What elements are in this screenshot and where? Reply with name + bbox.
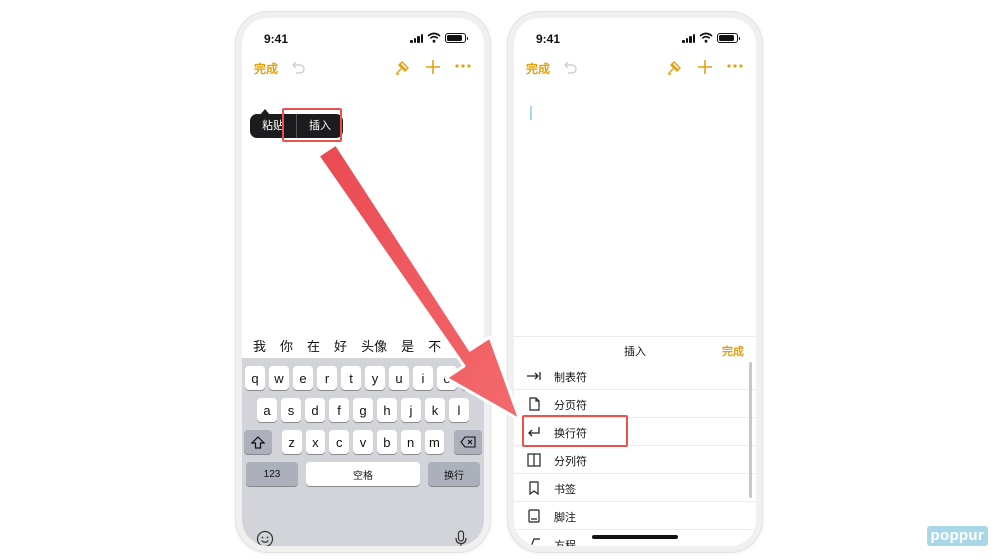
space-key[interactable]: 空格 (306, 462, 420, 486)
key[interactable]: o (437, 366, 457, 390)
key[interactable]: u (389, 366, 409, 390)
page-break-icon (529, 397, 540, 411)
more-icon[interactable] (454, 60, 472, 72)
phone-left: 9:41 完成 粘贴 插入 我 你 在 好 头像 是 不 q w e r t y… (236, 12, 490, 552)
delete-key[interactable] (454, 430, 483, 454)
insert-item-column-break[interactable]: 分列符 (514, 446, 756, 474)
key[interactable]: p (461, 366, 481, 390)
key[interactable]: y (365, 366, 385, 390)
more-icon[interactable] (726, 60, 744, 72)
key[interactable]: m (424, 430, 445, 454)
markup-icon[interactable] (394, 58, 412, 76)
insert-item-label: 分列符 (554, 456, 587, 468)
key[interactable]: f (329, 398, 349, 422)
signal-icon (682, 34, 696, 43)
insert-sheet-title: 插入 (624, 346, 646, 358)
insert-item-equation[interactable]: 方程 (514, 530, 756, 552)
key[interactable]: n (400, 430, 421, 454)
status-icons (658, 32, 740, 44)
key[interactable]: t (341, 366, 361, 390)
tab-icon (527, 372, 541, 380)
equation-icon (527, 538, 540, 546)
keyboard: q w e r t y u i o p a s d f g h j k l z … (242, 358, 484, 551)
plus-icon[interactable] (424, 58, 442, 76)
return-key[interactable]: 换行 (428, 462, 480, 486)
battery-icon (717, 33, 740, 43)
sheet-scrollbar[interactable] (749, 362, 752, 498)
undo-icon[interactable] (290, 60, 306, 74)
wifi-icon (699, 32, 713, 43)
status-bar: 9:41 (514, 18, 756, 56)
keyboard-bottom (242, 526, 484, 548)
insert-sheet-header: 插入 完成 (514, 336, 756, 360)
key[interactable]: z (281, 430, 302, 454)
key[interactable]: j (401, 398, 421, 422)
annotation-arrow (316, 142, 522, 422)
toolbar: 完成 (242, 58, 484, 82)
signal-icon (410, 34, 424, 43)
bookmark-icon (529, 481, 539, 495)
emoji-icon[interactable] (256, 530, 274, 548)
insert-sheet-list: 制表符 分页符 换行符 分列符 书签 脚注 方程 (514, 362, 756, 546)
insert-item-bookmark[interactable]: 书签 (514, 474, 756, 502)
column-break-icon (527, 453, 541, 467)
battery-icon (445, 33, 468, 43)
key[interactable]: k (425, 398, 445, 422)
key[interactable]: v (353, 430, 373, 454)
done-button[interactable]: 完成 (254, 60, 278, 77)
footnote-icon (528, 509, 540, 523)
insert-item-label: 分页符 (554, 400, 587, 412)
key[interactable]: s (281, 398, 301, 422)
key[interactable]: a (257, 398, 277, 422)
markup-icon[interactable] (666, 58, 684, 76)
key-row-2: a s d f g h j k l (242, 398, 484, 422)
insert-item-footnote[interactable]: 脚注 (514, 502, 756, 530)
insert-item-tab[interactable]: 制表符 (514, 362, 756, 390)
undo-icon[interactable] (562, 60, 578, 74)
key[interactable]: r (317, 366, 337, 390)
key[interactable]: h (377, 398, 397, 422)
insert-sheet-done-button[interactable]: 完成 (722, 343, 744, 359)
plus-icon[interactable] (696, 58, 714, 76)
insert-item-label: 脚注 (554, 512, 576, 524)
key[interactable]: x (305, 430, 326, 454)
key-row-3: z x c v b n m (242, 430, 484, 454)
insert-item-page-break[interactable]: 分页符 (514, 390, 756, 418)
key-row-1: q w e r t y u i o p (242, 366, 484, 390)
status-icons (386, 32, 468, 44)
delete-icon (460, 436, 476, 448)
text-cursor (530, 106, 532, 120)
insert-item-label: 制表符 (554, 372, 587, 384)
insert-item-label: 方程 (554, 540, 576, 552)
phone-right: 9:41 完成 插入 完成 制表符 分页符 换行符 分列符 书签 脚注 方程 (508, 12, 762, 552)
status-time: 9:41 (536, 32, 561, 46)
status-bar: 9:41 (242, 18, 484, 56)
status-time: 9:41 (264, 32, 289, 46)
done-button[interactable]: 完成 (526, 60, 550, 77)
key[interactable]: b (376, 430, 397, 454)
toolbar: 完成 (514, 58, 756, 82)
key[interactable]: c (329, 430, 350, 454)
key[interactable]: q (245, 366, 265, 390)
numbers-key[interactable]: 123 (246, 462, 298, 486)
insert-item-label: 书签 (554, 484, 576, 496)
shift-icon (250, 435, 265, 449)
home-indicator[interactable] (592, 535, 678, 539)
key[interactable]: g (353, 398, 373, 422)
watermark-logo: poppur (926, 526, 988, 546)
wifi-icon (427, 32, 441, 43)
shift-key[interactable] (244, 430, 272, 454)
home-indicator[interactable] (320, 547, 406, 551)
key[interactable]: l (449, 398, 469, 422)
key[interactable]: d (305, 398, 325, 422)
key[interactable]: e (293, 366, 313, 390)
key[interactable]: w (269, 366, 289, 390)
key-row-4: 123 空格 换行 (242, 462, 484, 486)
line-break-highlight-box (522, 415, 628, 447)
insert-highlight-box (282, 108, 342, 142)
microphone-icon[interactable] (454, 530, 468, 548)
key[interactable]: i (413, 366, 433, 390)
